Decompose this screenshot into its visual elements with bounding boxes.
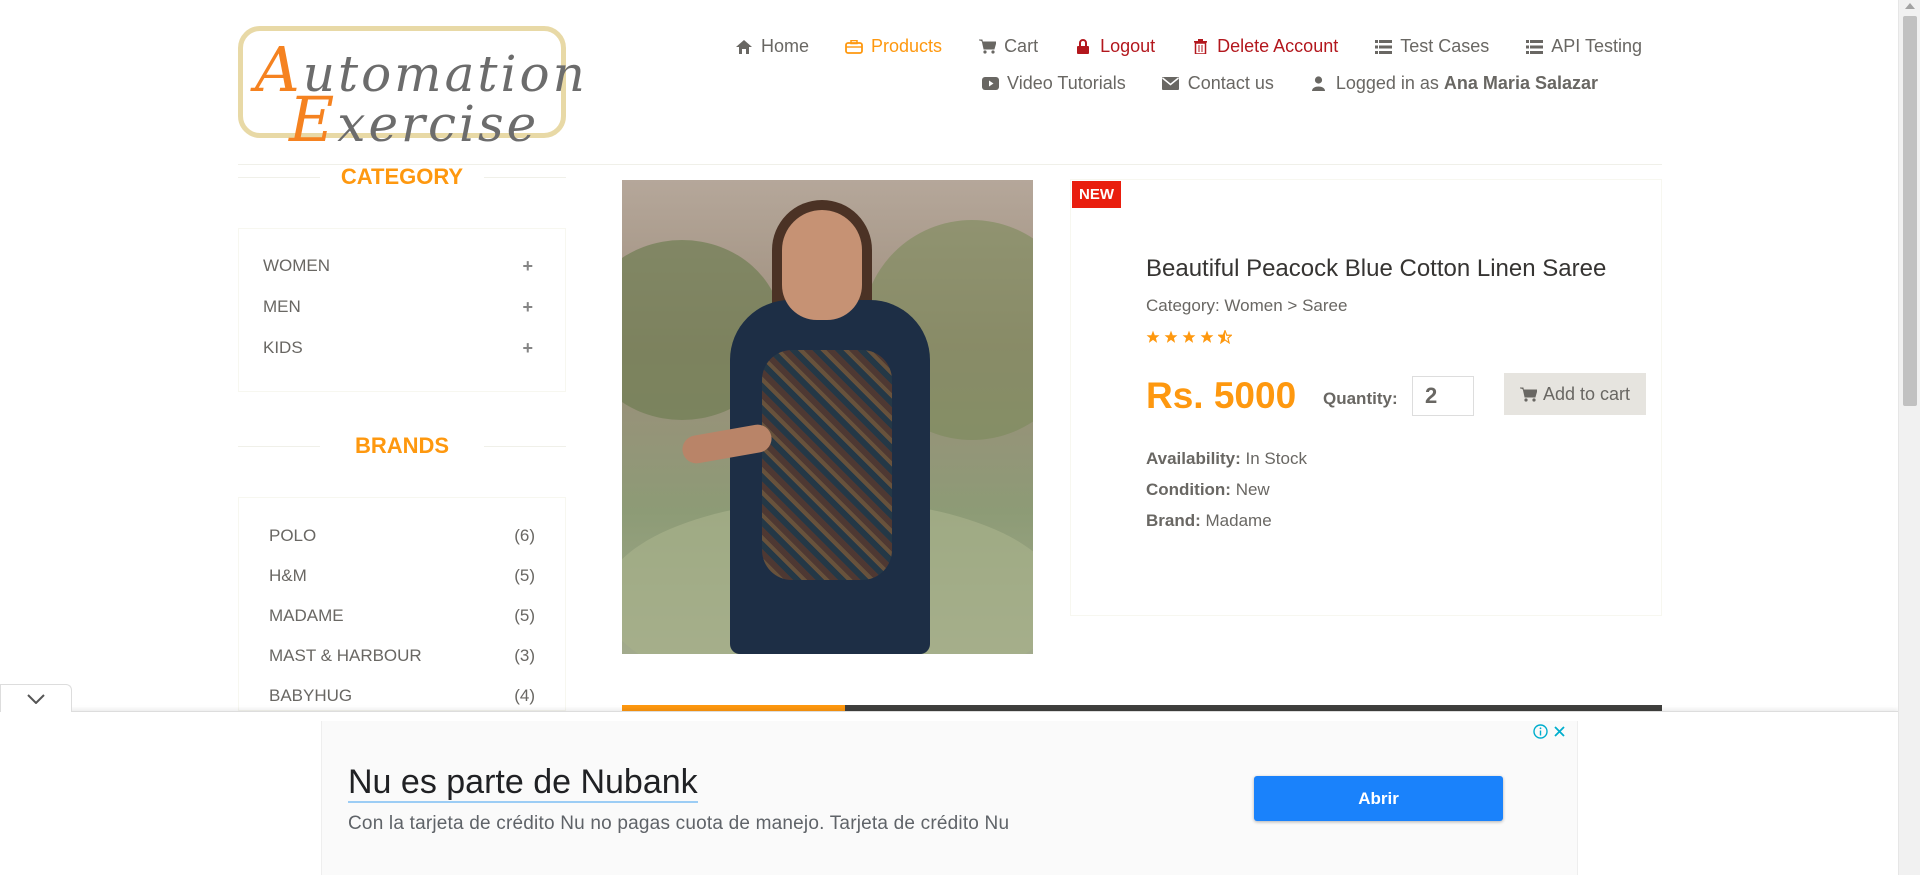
lock-icon [1074, 39, 1092, 55]
product-price: Rs. 5000 [1146, 375, 1297, 416]
brand: Brand: Madame [1146, 511, 1272, 530]
ad-collapse-toggle[interactable] [0, 684, 72, 712]
trash-icon [1191, 39, 1209, 55]
nav-contact-us[interactable]: Contact us [1162, 73, 1274, 94]
nav-home[interactable]: Home [735, 36, 809, 57]
category-title: CATEGORY [238, 164, 566, 190]
nav-video-tutorials[interactable]: Video Tutorials [981, 73, 1126, 94]
briefcase-icon [845, 39, 863, 55]
brand-count: (5) [514, 606, 535, 625]
plus-icon[interactable]: + [522, 338, 533, 359]
nav-products[interactable]: Products [845, 36, 942, 57]
new-badge: NEW [1072, 181, 1121, 208]
brand-count: (6) [514, 526, 535, 545]
star-icon [1164, 330, 1178, 343]
nav-delete-account-label: Delete Account [1217, 36, 1339, 56]
brand-count: (5) [514, 566, 535, 585]
envelope-icon [1162, 76, 1180, 92]
list-icon [1374, 39, 1392, 55]
scrollbar-thumb[interactable] [1903, 16, 1917, 406]
brand-count: (3) [514, 646, 535, 665]
cart-icon [1519, 387, 1537, 402]
user-icon [1310, 76, 1328, 92]
brand-name: BABYHUG [269, 686, 353, 705]
quantity-input[interactable] [1412, 376, 1474, 416]
nav-cart-label: Cart [1004, 36, 1039, 56]
nav-logout[interactable]: Logout [1074, 36, 1155, 57]
brand-hm[interactable]: H&M (5) [269, 566, 535, 586]
ad-controls [1533, 724, 1567, 739]
condition: Condition: New [1146, 480, 1270, 499]
category-women[interactable]: WOMEN + [263, 256, 533, 277]
nav-products-label: Products [871, 36, 943, 56]
ad-title[interactable]: Nu es parte de Nubank [348, 763, 698, 803]
nav-contact-us-label: Contact us [1187, 73, 1274, 93]
brands-panel: POLO (6) H&M (5) MADAME (5) MAST & HARBO… [238, 497, 566, 711]
nav-api-testing[interactable]: API Testing [1525, 36, 1642, 57]
availability: Availability: In Stock [1146, 449, 1307, 468]
category-men[interactable]: MEN + [263, 297, 533, 318]
info-icon[interactable] [1533, 724, 1548, 739]
nav-test-cases-label: Test Cases [1400, 36, 1490, 56]
category-panel: WOMEN + MEN + KIDS + [238, 228, 566, 392]
main-nav: Home Products Cart Logout Delete Account… [699, 36, 1642, 57]
product-name: Beautiful Peacock Blue Cotton Linen Sare… [1146, 255, 1607, 282]
plus-icon[interactable]: + [522, 256, 533, 277]
nav-test-cases[interactable]: Test Cases [1374, 36, 1489, 57]
logged-in-label: Logged in as [1335, 73, 1439, 93]
star-icon [1200, 330, 1214, 343]
cart-icon [978, 39, 996, 55]
quantity-label: Quantity: [1323, 389, 1398, 408]
close-icon[interactable] [1552, 724, 1567, 739]
scroll-up-arrow-icon[interactable] [1905, 3, 1915, 9]
nav-logout-label: Logout [1100, 36, 1156, 56]
brand-name: POLO [269, 526, 317, 545]
site-logo[interactable]: Automation Exercise [238, 26, 585, 156]
product-category: Category: Women > Saree [1146, 296, 1348, 315]
nav-cart[interactable]: Cart [978, 36, 1038, 57]
brand-polo[interactable]: POLO (6) [269, 526, 535, 546]
category-kids[interactable]: KIDS + [263, 338, 533, 359]
nav-api-testing-label: API Testing [1551, 36, 1642, 56]
category-label: WOMEN [263, 256, 331, 275]
add-to-cart-label: Add to cart [1542, 383, 1631, 404]
nav-delete-account[interactable]: Delete Account [1191, 36, 1338, 57]
ad-description: Con la tarjeta de crédito Nu no pagas cu… [348, 813, 1010, 834]
category-label: MEN [263, 297, 301, 316]
rating-stars [1146, 330, 1232, 344]
logo-line-2: Exercise [289, 83, 540, 156]
nav-logged-in-as: Logged in as Ana Maria Salazar [1310, 73, 1598, 94]
page-scrollbar[interactable] [1898, 0, 1920, 875]
brand-mast-harbour[interactable]: MAST & HARBOUR (3) [269, 646, 535, 666]
list-icon [1525, 39, 1543, 55]
category-label: KIDS [263, 338, 303, 357]
youtube-icon [981, 76, 999, 92]
chevron-down-icon [27, 693, 45, 704]
brand-madame[interactable]: MADAME (5) [269, 606, 535, 626]
saree-pattern [762, 350, 892, 580]
logged-in-username: Ana Maria Salazar [1443, 73, 1598, 93]
star-icon [1182, 330, 1196, 343]
home-icon [735, 39, 753, 55]
brands-title: BRANDS [238, 433, 566, 459]
star-icon [1146, 330, 1160, 343]
model-face [782, 210, 862, 320]
nav-video-tutorials-label: Video Tutorials [1007, 73, 1126, 93]
ad-open-button[interactable]: Abrir [1254, 776, 1503, 821]
brand-name: MAST & HARBOUR [269, 646, 422, 665]
secondary-nav: Video Tutorials Contact us Logged in as … [945, 73, 1598, 94]
brand-babyhug[interactable]: BABYHUG (4) [269, 686, 535, 706]
brand-name: MADAME [269, 606, 344, 625]
brand-count: (4) [514, 686, 535, 705]
star-half-icon [1218, 330, 1232, 344]
add-to-cart-button[interactable]: Add to cart [1504, 373, 1646, 415]
nav-home-label: Home [761, 36, 810, 56]
ad-banner[interactable]: Nu es parte de Nubank Con la tarjeta de … [321, 721, 1578, 875]
plus-icon[interactable]: + [522, 297, 533, 318]
brand-name: H&M [269, 566, 307, 585]
product-image [622, 180, 1033, 654]
